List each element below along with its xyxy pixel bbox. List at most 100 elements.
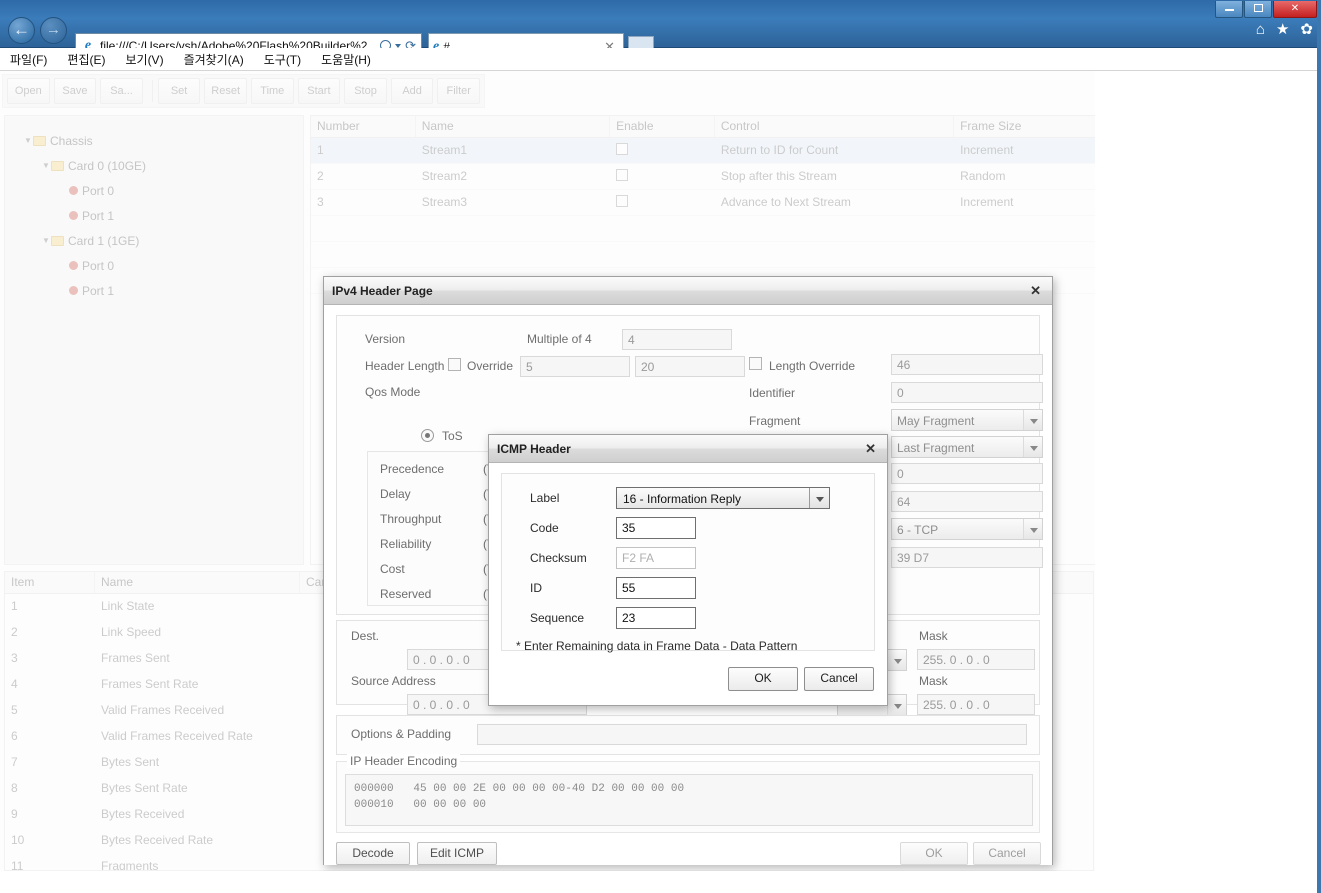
ip-checksum-field[interactable]: 39 D7 [891,547,1043,568]
chassis-tree-panel: ▼ Chassis ▼ Card 0 (10GE) Port 0 Port 1 [4,115,304,565]
chevron-down-icon[interactable] [887,650,906,670]
header-length-override-checkbox[interactable] [448,358,461,371]
cell-name: Link Speed [101,625,162,639]
throughput-label: Throughput [380,512,442,526]
toolbar-add-button[interactable]: Add [390,78,434,104]
icmp-code-field[interactable]: 35 [616,517,696,539]
identifier-field[interactable]: 0 [891,382,1043,403]
port-icon [69,211,78,220]
toolbar-reset-button[interactable]: Reset [204,78,247,104]
cell-name: Link State [101,599,155,613]
icmp-ok-button[interactable]: OK [728,667,798,691]
toolbar-saveas-button[interactable]: Sa... [100,78,143,104]
toolbar-save-button[interactable]: Save [53,78,97,104]
cell-item: 7 [11,755,18,769]
chevron-down-icon[interactable] [395,43,402,48]
chevron-down-icon[interactable] [1023,437,1042,457]
port-icon [69,286,78,295]
icmp-label-combo[interactable]: 16 - Information Reply [616,487,830,509]
cell-enable[interactable] [610,190,715,215]
settings-gear-icon[interactable]: ✿ [1300,22,1313,37]
col-header-name[interactable]: Name [95,572,300,593]
col-header-enable[interactable]: Enable [610,116,715,137]
ipv4-cancel-button[interactable]: Cancel [973,842,1041,865]
edit-icmp-button[interactable]: Edit ICMP [417,842,497,865]
folder-icon [51,235,64,246]
toolbar-stop-button[interactable]: Stop [344,78,387,104]
tree-item-chassis[interactable]: ▼ Chassis [23,128,303,153]
col-header-name[interactable]: Name [416,116,611,137]
fragment-offset-field[interactable]: 0 [891,463,1043,484]
close-icon[interactable]: ✕ [862,441,879,457]
cell-item: 9 [11,807,18,821]
toolbar-open-button[interactable]: Open [7,78,50,104]
cell-enable[interactable] [610,138,715,163]
decode-button[interactable]: Decode [336,842,410,865]
menu-view[interactable]: 보기(V) [115,49,173,70]
dest-mask-field[interactable]: 255. 0 . 0 . 0 [917,649,1035,670]
chevron-down-icon[interactable] [1023,410,1042,430]
col-header-item[interactable]: Item [5,572,95,593]
tree-item-card0-port0[interactable]: Port 0 [23,178,303,203]
precedence-label: Precedence [380,462,445,476]
back-arrow-icon[interactable]: ← [8,17,35,44]
chevron-down-icon[interactable] [887,695,906,715]
tree-label: Port 0 [82,183,115,198]
twisty-icon[interactable]: ▼ [41,236,51,245]
tree-item-card0-port1[interactable]: Port 1 [23,203,303,228]
header-length-field[interactable]: 5 [520,356,630,377]
protocol-combo[interactable]: 6 - TCP [891,518,1043,540]
icmp-cancel-button[interactable]: Cancel [804,667,874,691]
ipv4-dialog-titlebar[interactable]: IPv4 Header Page ✕ [324,277,1052,305]
ip-header-encoding-group: IP Header Encoding 000000 45 00 00 2E 00… [336,754,1040,833]
forward-arrow-icon[interactable]: → [40,17,67,44]
checkbox-icon[interactable] [616,143,629,155]
twisty-icon[interactable]: ▼ [23,136,33,145]
status-area [0,871,1321,893]
last-fragment-combo[interactable]: Last Fragment [891,436,1043,458]
options-padding-field[interactable] [477,724,1027,745]
chevron-down-icon[interactable] [809,488,829,508]
twisty-icon[interactable]: ▼ [41,161,51,170]
length-override-field[interactable]: 46 [891,354,1043,375]
menu-edit[interactable]: 편집(E) [57,49,115,70]
version-field[interactable]: 4 [622,329,732,350]
ttl-field[interactable]: 64 [891,491,1043,512]
cell-name: Bytes Received [101,807,185,821]
icmp-id-label: ID [530,581,542,595]
header-length-bytes-field[interactable]: 20 [635,356,745,377]
cell-enable[interactable] [610,164,715,189]
menu-favorites[interactable]: 즐겨찾기(A) [174,49,254,70]
col-header-number[interactable]: Number [311,116,416,137]
tree-item-card1[interactable]: ▼ Card 1 (1GE) [23,228,303,253]
last-fragment-value: Last Fragment [897,441,975,455]
tos-radio[interactable] [421,429,434,442]
menu-tools[interactable]: 도구(T) [254,49,311,70]
length-override-checkbox[interactable] [749,357,762,370]
icmp-id-field[interactable]: 55 [616,577,696,599]
toolbar-set-button[interactable]: Set [157,78,201,104]
source-mask-field[interactable]: 255. 0 . 0 . 0 [917,694,1035,715]
menu-file[interactable]: 파일(F) [0,49,57,70]
toolbar-filter-button[interactable]: Filter [437,78,481,104]
toolbar-start-button[interactable]: Start [297,78,341,104]
source-address-label: Source Address [351,674,436,688]
col-header-frame-size[interactable]: Frame Size [954,116,1119,137]
col-header-control[interactable]: Control [715,116,955,137]
icmp-dialog-titlebar[interactable]: ICMP Header ✕ [489,435,887,463]
tree-item-card1-port1[interactable]: Port 1 [23,278,303,303]
ipv4-ok-button[interactable]: OK [900,842,968,865]
chevron-down-icon[interactable] [1023,519,1042,539]
tree-item-card0[interactable]: ▼ Card 0 (10GE) [23,153,303,178]
checkbox-icon[interactable] [616,195,629,207]
cell-name: Bytes Received Rate [101,833,214,847]
checkbox-icon[interactable] [616,169,629,181]
icmp-sequence-field[interactable]: 23 [616,607,696,629]
close-icon[interactable]: ✕ [1027,283,1044,299]
fragment-combo[interactable]: May Fragment [891,409,1043,431]
toolbar-time-button[interactable]: Time [250,78,294,104]
favorites-star-icon[interactable]: ★ [1276,22,1289,37]
home-icon[interactable]: ⌂ [1256,22,1265,37]
menu-help[interactable]: 도움말(H) [311,49,381,70]
tree-item-card1-port0[interactable]: Port 0 [23,253,303,278]
